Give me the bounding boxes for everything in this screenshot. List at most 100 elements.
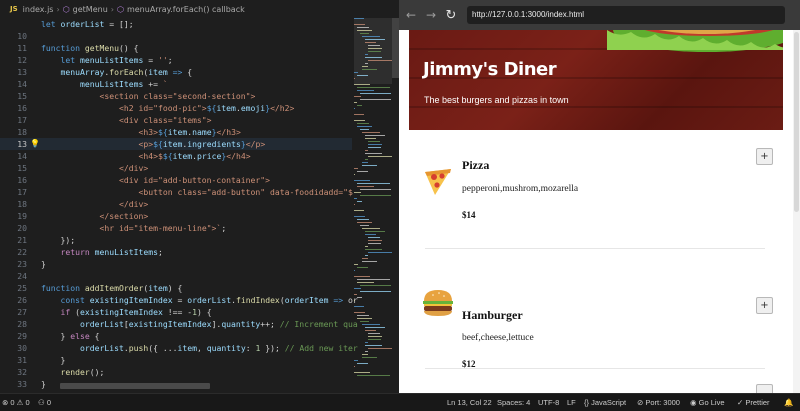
back-arrow-icon[interactable]: ← (401, 5, 421, 25)
code-token: <div id="add-button-container"> (118, 175, 271, 185)
code-line[interactable]: 14 menuListItems += ` (0, 78, 352, 90)
reload-icon[interactable]: ↻ (441, 5, 461, 25)
breadcrumb-file[interactable]: index.js (23, 5, 54, 14)
code-line[interactable]: 17 <div class="items"> (0, 114, 352, 126)
code-token: item (177, 343, 197, 353)
code-line[interactable]: 23} (0, 258, 352, 270)
code-line[interactable]: 21 }); (0, 234, 352, 246)
minimap-line (356, 183, 391, 185)
breadcrumb-function[interactable]: getMenu (73, 5, 108, 14)
browser-scrollbar[interactable] (793, 30, 800, 393)
minimap-line (354, 174, 355, 176)
minimap-line (356, 375, 391, 377)
port-indicator[interactable]: ⊘ Port: 3000 (637, 398, 680, 407)
code-line[interactable]: 20 <hr id="item-menu-line">`; (0, 222, 352, 234)
code-line[interactable]: 18 <h3>${item.name}</h3> (0, 126, 352, 138)
code-line[interactable]: 18 </div> (0, 198, 352, 210)
code-area[interactable]: let orderList = []; 10 11 function getMenu(… (0, 18, 358, 393)
go-live-button[interactable]: ◉ Go Live (690, 398, 725, 407)
code-text: if (existingItemIndex !== -1) { (41, 306, 212, 318)
code-line[interactable]: 11 function getMenu() { (0, 42, 352, 54)
encoding[interactable]: UTF-8 (538, 398, 559, 407)
editor-vertical-scrollbar[interactable] (392, 18, 399, 78)
code-token: push (128, 343, 149, 353)
code-line[interactable]: 14 <h4>$${item.price}</h4> (0, 150, 352, 162)
ports-indicator[interactable]: ⚇ 0 (38, 398, 51, 407)
minimap-line (368, 333, 380, 335)
gutter (27, 78, 41, 90)
cursor-position[interactable]: Ln 13, Col 22 (447, 398, 492, 407)
code-line[interactable]: 17 <button class="add-button" data-foodi… (0, 186, 353, 198)
code-line[interactable]: 22 return menuListItems; (0, 246, 352, 258)
code-line[interactable]: 16 <div id="add-button-container"> (0, 174, 352, 186)
line-ending[interactable]: LF (567, 398, 576, 407)
breadcrumb: JS index.js › ⬡ getMenu › ⬡ menuArray.fo… (0, 0, 399, 18)
code-token: <hr id="item-menu-line">` (99, 223, 222, 233)
minimap-line (359, 321, 370, 323)
errors-indicator[interactable]: ⊗ 0 ⚠ 0 (2, 398, 30, 407)
code-line[interactable]: 15 <section class="second-section"> (0, 90, 352, 102)
line-number: 33 (17, 379, 27, 389)
code-line[interactable]: 15 </div> (0, 162, 352, 174)
code-token: if (60, 307, 76, 317)
prettier-button[interactable]: ✓ Prettier (737, 398, 770, 407)
line-number: 12 (17, 55, 27, 65)
code-token: orderItem (284, 295, 329, 305)
code-token: existingItemIndex (89, 295, 173, 305)
breadcrumb-callback[interactable]: menuArray.forEach() callback (127, 5, 245, 14)
menu-item: Hamburger beef,cheese,lettuce $12 + (419, 270, 773, 370)
code-token: menuListItems (80, 55, 144, 65)
url-bar[interactable]: http://127.0.0.1:3000/index.html (467, 6, 785, 24)
add-button-partial[interactable] (756, 384, 773, 393)
forward-arrow-icon[interactable]: → (421, 5, 441, 25)
code-line[interactable]: 26 const existingItemIndex = orderList.f… (0, 294, 358, 306)
minimap-line (359, 195, 391, 197)
code-line[interactable]: 12 let menuListItems = ''; (0, 54, 352, 66)
code-line[interactable]: 10 (0, 30, 352, 42)
minimap-line (354, 72, 358, 74)
add-button[interactable]: + (756, 148, 773, 165)
horizontal-scrollbar[interactable] (60, 383, 210, 389)
code-line[interactable]: 27 if (existingItemIndex !== -1) { (0, 306, 352, 318)
minimap-line (365, 249, 383, 251)
language-mode[interactable]: {} JavaScript (584, 398, 626, 407)
indentation[interactable]: Spaces: 4 (497, 398, 530, 407)
code-line[interactable]: 19 </section> (0, 210, 352, 222)
code-line[interactable]: 13 💡 <p>${item.ingredients}</p> (0, 138, 352, 150)
code-line[interactable]: 30 orderList.push({ ...item, quantity: 1… (0, 342, 358, 354)
code-line[interactable]: 32 render(); (0, 366, 352, 378)
ports-count: 0 (46, 398, 51, 407)
code-line[interactable]: let orderList = []; (0, 18, 352, 30)
gutter (27, 102, 41, 114)
code-line[interactable]: 25 function addItemOrder(item) { (0, 282, 352, 294)
status-bar: ⊗ 0 ⚠ 0 ⚇ 0 Ln 13, Col 22 Spaces: 4 UTF-… (0, 393, 800, 411)
code-line[interactable]: 13 menuArray.forEach(item => { (0, 66, 352, 78)
code-token: name (192, 127, 212, 137)
minimap-line (359, 285, 391, 287)
notifications-bell-icon[interactable]: 🔔 (784, 398, 793, 407)
minimap[interactable] (354, 18, 393, 384)
code-token: , (196, 343, 207, 353)
code-line[interactable]: 28 orderList[existingItemIndex].quantity… (0, 318, 358, 330)
code-token: = (172, 295, 188, 305)
add-button[interactable]: + (756, 297, 773, 314)
code-token: item (148, 283, 168, 293)
gutter (27, 42, 41, 54)
browser-scroll-thumb[interactable] (794, 32, 799, 212)
gutter (27, 354, 41, 366)
lightbulb-icon[interactable]: 💡 (30, 138, 40, 150)
code-line[interactable]: 29 } else { (0, 330, 352, 342)
minimap-line (356, 123, 370, 125)
code-text: </section> (41, 210, 148, 222)
code-token: findIndex (235, 295, 280, 305)
code-token: addItemOrder (84, 283, 144, 293)
code-line[interactable]: 31 } (0, 354, 352, 366)
code-token: { (182, 67, 193, 77)
code-line[interactable]: 16 <h2 id="food-pic">${item.emoji}</h2> (0, 102, 352, 114)
code-line[interactable]: 24 (0, 270, 352, 282)
code-token: </h4> (226, 151, 251, 161)
code-editor[interactable]: JS index.js › ⬡ getMenu › ⬡ menuArray.fo… (0, 0, 399, 393)
